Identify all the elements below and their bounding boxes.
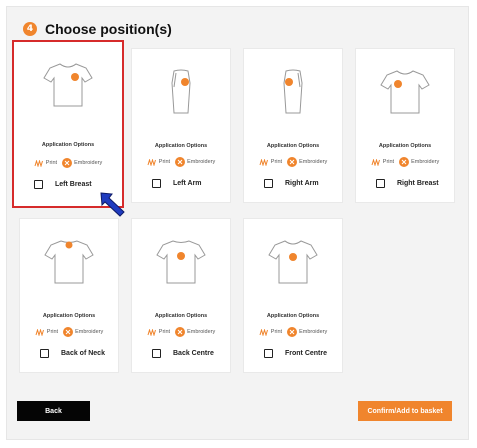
print-icon: [371, 158, 380, 166]
option-embroidery-label: Embroidery: [411, 159, 440, 165]
print-icon: [259, 158, 268, 166]
position-checkbox[interactable]: [264, 179, 273, 188]
option-embroidery-label: Embroidery: [187, 329, 216, 335]
application-options: Print Embroidery: [132, 157, 230, 167]
option-embroidery[interactable]: Embroidery: [63, 327, 103, 337]
position-label: Back of Neck: [61, 350, 105, 357]
print-icon: [35, 328, 44, 336]
option-embroidery[interactable]: Embroidery: [175, 157, 215, 167]
option-print-label: Print: [45, 160, 58, 166]
position-checkbox[interactable]: [152, 179, 161, 188]
position-card-left-breast[interactable]: Application Options Print Embroidery Lef…: [12, 40, 124, 208]
position-checkbox[interactable]: [152, 349, 161, 358]
embroidery-icon: [287, 157, 298, 167]
option-print-label: Print: [158, 329, 171, 335]
option-embroidery[interactable]: Embroidery: [62, 158, 102, 168]
option-print-label: Print: [46, 329, 59, 335]
application-options: Print Embroidery: [244, 327, 342, 337]
option-print[interactable]: Print: [34, 159, 58, 167]
option-embroidery-label: Embroidery: [299, 329, 328, 335]
tshirt-back-icon: [156, 240, 206, 284]
embroidery-icon: [399, 157, 410, 167]
embroidery-icon: [62, 158, 73, 168]
option-print-label: Print: [270, 159, 283, 165]
position-checkbox[interactable]: [376, 179, 385, 188]
application-options: Print Embroidery: [132, 327, 230, 337]
tshirt-side-icon: [171, 69, 191, 114]
tshirt-front-icon: [268, 240, 318, 284]
section-header: 4 Choose position(s): [23, 21, 172, 37]
print-icon: [147, 158, 156, 166]
application-options-title: Application Options: [42, 313, 96, 319]
option-print[interactable]: Print: [371, 158, 395, 166]
option-print-label: Print: [158, 159, 171, 165]
application-options-title: Application Options: [41, 142, 95, 148]
step-badge: 4: [23, 22, 37, 36]
position-check-row: Right Arm: [264, 179, 319, 188]
print-icon: [34, 159, 43, 167]
confirm-add-to-basket-button[interactable]: Confirm/Add to basket: [358, 401, 452, 421]
embroidery-icon: [175, 157, 186, 167]
position-label: Left Breast: [55, 181, 92, 188]
option-embroidery[interactable]: Embroidery: [287, 327, 327, 337]
option-print[interactable]: Print: [259, 328, 283, 336]
position-checkbox[interactable]: [34, 180, 43, 189]
option-print[interactable]: Print: [147, 158, 171, 166]
tshirt-front-icon: [43, 63, 93, 107]
tshirt-side-icon: [283, 69, 303, 114]
position-label: Right Breast: [397, 180, 439, 187]
position-card-back-centre[interactable]: Application Options Print Embroidery Bac…: [131, 218, 231, 373]
option-print[interactable]: Print: [259, 158, 283, 166]
option-embroidery-label: Embroidery: [187, 159, 216, 165]
position-check-row: Back Centre: [152, 349, 214, 358]
embroidery-icon: [287, 327, 298, 337]
position-card-back-of-neck[interactable]: Application Options Print Embroidery Bac…: [19, 218, 119, 373]
application-options-title: Application Options: [266, 313, 320, 319]
position-checkbox[interactable]: [264, 349, 273, 358]
position-label: Back Centre: [173, 350, 214, 357]
print-icon: [259, 328, 268, 336]
application-options-title: Application Options: [154, 313, 208, 319]
position-checkbox[interactable]: [40, 349, 49, 358]
option-embroidery-label: Embroidery: [75, 329, 104, 335]
position-label: Front Centre: [285, 350, 327, 357]
position-card-left-arm[interactable]: Application Options Print Embroidery Lef…: [131, 48, 231, 203]
position-check-row: Right Breast: [376, 179, 439, 188]
option-embroidery[interactable]: Embroidery: [287, 157, 327, 167]
position-check-row: Back of Neck: [40, 349, 105, 358]
position-label: Right Arm: [285, 180, 319, 187]
page-title: Choose position(s): [45, 21, 172, 37]
option-print-label: Print: [382, 159, 395, 165]
application-options-title: Application Options: [266, 143, 320, 149]
position-card-front-centre[interactable]: Application Options Print Embroidery Fro…: [243, 218, 343, 373]
tshirt-back-icon: [44, 240, 94, 284]
back-button[interactable]: Back: [17, 401, 90, 421]
embroidery-icon: [175, 327, 186, 337]
position-check-row: Left Breast: [34, 180, 92, 189]
tshirt-front-icon: [380, 70, 430, 114]
position-card-right-arm[interactable]: Application Options Print Embroidery Rig…: [243, 48, 343, 203]
application-options: Print Embroidery: [244, 157, 342, 167]
application-options-title: Application Options: [378, 143, 432, 149]
application-options-title: Application Options: [154, 143, 208, 149]
option-embroidery[interactable]: Embroidery: [399, 157, 439, 167]
position-card-right-breast[interactable]: Application Options Print Embroidery Rig…: [355, 48, 455, 203]
option-print[interactable]: Print: [147, 328, 171, 336]
option-embroidery-label: Embroidery: [299, 159, 328, 165]
print-icon: [147, 328, 156, 336]
application-options: Print Embroidery: [14, 158, 122, 168]
application-options: Print Embroidery: [20, 327, 118, 337]
position-label: Left Arm: [173, 180, 202, 187]
option-embroidery[interactable]: Embroidery: [175, 327, 215, 337]
application-options: Print Embroidery: [356, 157, 454, 167]
embroidery-icon: [63, 327, 74, 337]
position-check-row: Front Centre: [264, 349, 327, 358]
pointer-arrow-icon: [100, 192, 125, 217]
option-print-label: Print: [270, 329, 283, 335]
position-check-row: Left Arm: [152, 179, 202, 188]
option-embroidery-label: Embroidery: [74, 160, 103, 166]
option-print[interactable]: Print: [35, 328, 59, 336]
